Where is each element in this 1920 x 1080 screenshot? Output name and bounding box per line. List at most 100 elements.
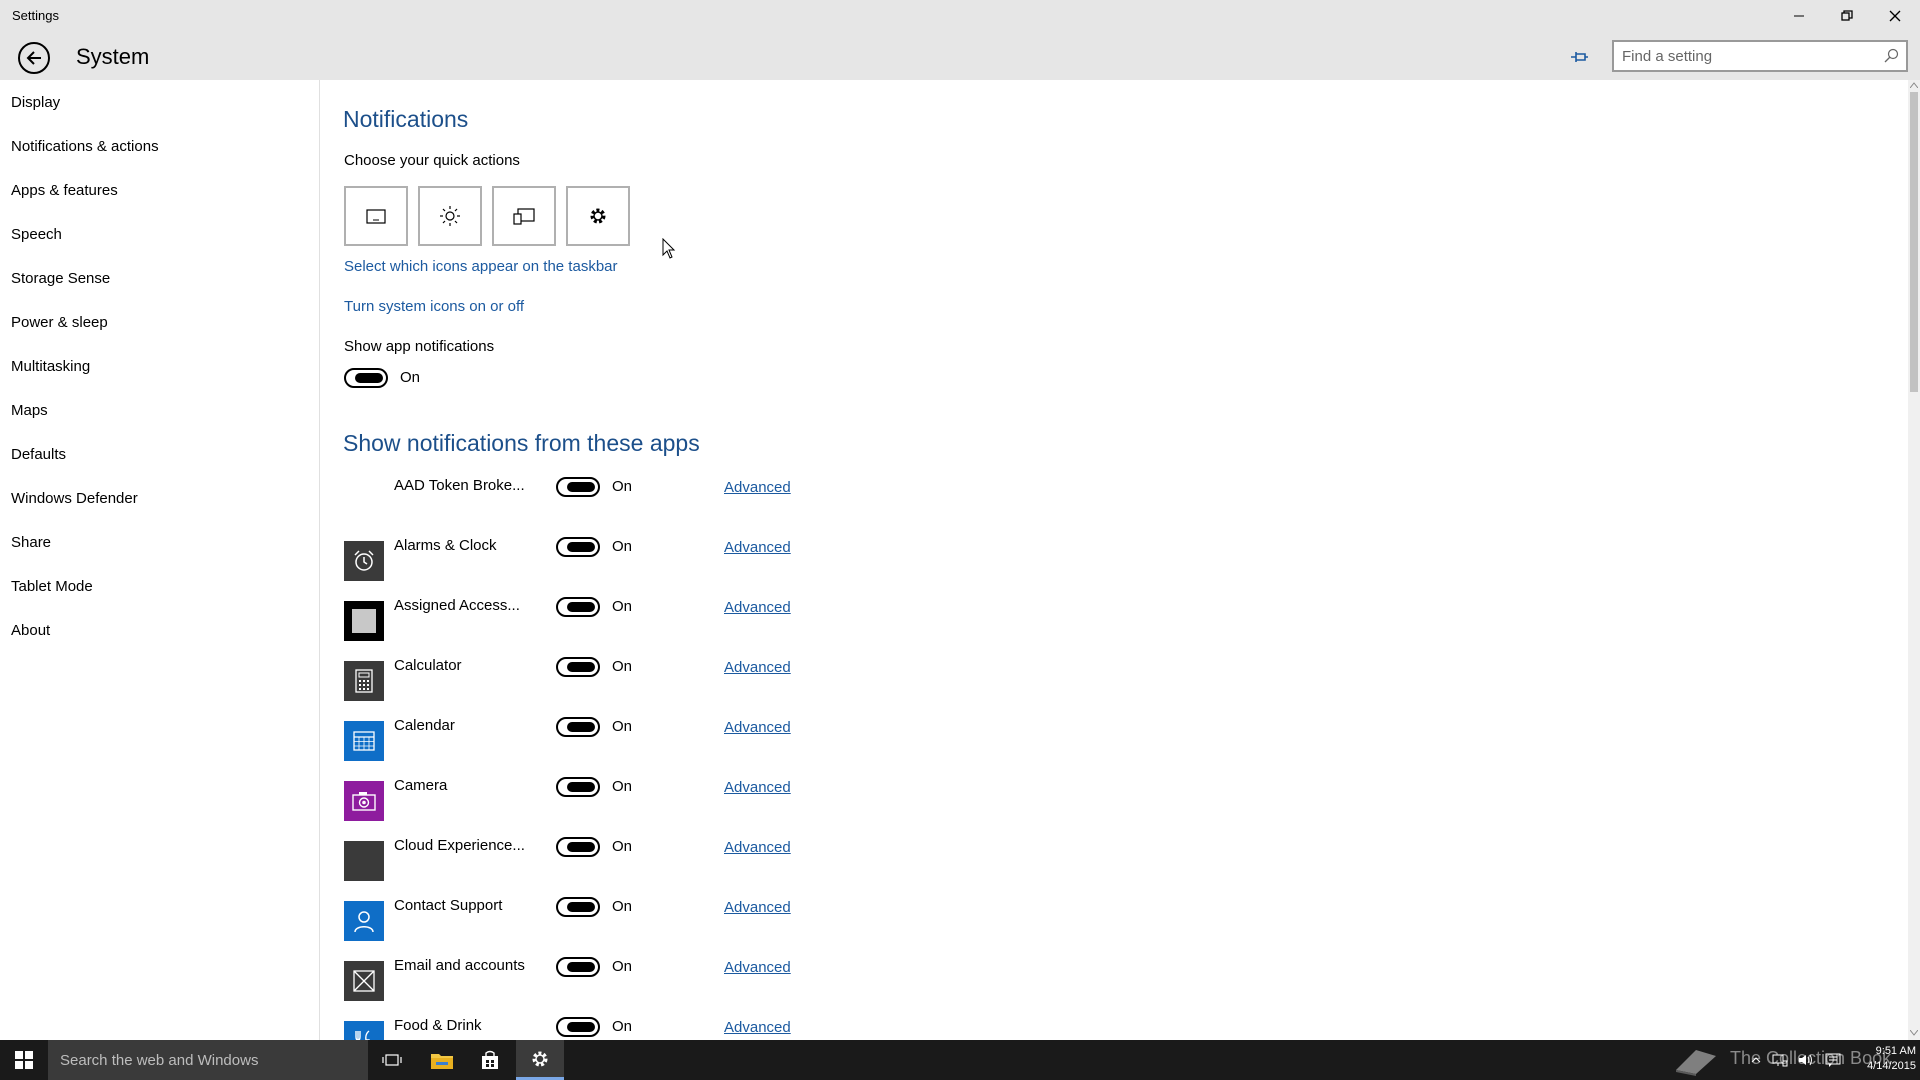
- back-button[interactable]: [18, 42, 50, 74]
- app-toggle[interactable]: [556, 957, 600, 977]
- tablet-mode-icon: [366, 209, 386, 224]
- sidebar-item-about[interactable]: About: [11, 622, 50, 639]
- taskbar-icons-link[interactable]: Select which icons appear on the taskbar: [344, 258, 618, 275]
- quick-action-all-settings[interactable]: [566, 186, 630, 246]
- windows-logo-icon: [15, 1051, 33, 1069]
- show-hidden-icons-button[interactable]: [1750, 1040, 1762, 1080]
- calculator-icon: [344, 661, 384, 701]
- app-toggle[interactable]: [556, 717, 600, 737]
- store-button[interactable]: [466, 1040, 514, 1080]
- minimize-button[interactable]: [1776, 0, 1822, 32]
- title-bar: Settings: [0, 0, 1920, 32]
- assigned-access-icon: [344, 601, 384, 641]
- app-row-calculator: Calculator On Advanced: [344, 657, 1144, 705]
- clock-time: 9:51 AM: [1875, 1045, 1916, 1057]
- sidebar-item-apps-features[interactable]: Apps & features: [11, 182, 118, 199]
- advanced-link[interactable]: Advanced: [724, 719, 791, 736]
- app-toggle[interactable]: [556, 897, 600, 917]
- pin-icon[interactable]: [1568, 46, 1590, 68]
- advanced-link[interactable]: Advanced: [724, 779, 791, 796]
- network-icon: [1772, 1054, 1788, 1067]
- app-row-contact-support: Contact Support On Advanced: [344, 897, 1144, 945]
- sidebar-item-speech[interactable]: Speech: [11, 226, 62, 243]
- quick-action-brightness[interactable]: [418, 186, 482, 246]
- app-toggle-state: On: [612, 778, 633, 795]
- scroll-down-icon[interactable]: [1910, 1030, 1918, 1036]
- advanced-link[interactable]: Advanced: [724, 839, 791, 856]
- advanced-link[interactable]: Advanced: [724, 1019, 791, 1036]
- cloud-experience-icon: [344, 841, 384, 881]
- system-icons-link[interactable]: Turn system icons on or off: [344, 298, 524, 315]
- sidebar-item-defaults[interactable]: Defaults: [11, 446, 66, 463]
- advanced-link[interactable]: Advanced: [724, 599, 791, 616]
- app-name: Assigned Access...: [394, 597, 520, 614]
- back-arrow-icon: [26, 51, 41, 65]
- camera-icon: [344, 781, 384, 821]
- sidebar-item-maps[interactable]: Maps: [11, 402, 48, 419]
- app-toggle[interactable]: [556, 477, 600, 497]
- search-input[interactable]: [1614, 42, 1874, 70]
- sidebar-item-storage-sense[interactable]: Storage Sense: [11, 270, 110, 287]
- app-toggle-state: On: [612, 898, 633, 915]
- network-button[interactable]: [1770, 1040, 1790, 1080]
- taskbar-search-placeholder: Search the web and Windows: [60, 1052, 259, 1069]
- sidebar-item-share[interactable]: Share: [11, 534, 51, 551]
- app-name: Email and accounts: [394, 957, 525, 974]
- connect-icon: [513, 208, 535, 225]
- app-toggle[interactable]: [556, 1017, 600, 1037]
- task-view-button[interactable]: [368, 1040, 416, 1080]
- close-button[interactable]: [1872, 0, 1918, 32]
- advanced-link[interactable]: Advanced: [724, 479, 791, 496]
- taskbar-search-box[interactable]: Search the web and Windows: [48, 1040, 368, 1080]
- advanced-link[interactable]: Advanced: [724, 899, 791, 916]
- app-name: Calculator: [394, 657, 462, 674]
- volume-icon: [1799, 1054, 1812, 1066]
- brightness-icon: [440, 206, 460, 226]
- quick-action-tablet-mode[interactable]: [344, 186, 408, 246]
- advanced-link[interactable]: Advanced: [724, 659, 791, 676]
- sidebar-item-notifications-actions[interactable]: Notifications & actions: [11, 138, 159, 155]
- vertical-scrollbar[interactable]: [1908, 80, 1920, 1040]
- app-toggle[interactable]: [556, 837, 600, 857]
- restore-button[interactable]: [1824, 0, 1870, 32]
- sidebar: Display Notifications & actions Apps & f…: [0, 80, 320, 1040]
- quick-actions-label: Choose your quick actions: [344, 152, 520, 169]
- task-view-icon: [382, 1054, 402, 1066]
- calendar-icon: [344, 721, 384, 761]
- sidebar-item-power-sleep[interactable]: Power & sleep: [11, 314, 108, 331]
- action-center-button[interactable]: [1822, 1040, 1844, 1080]
- find-setting-search[interactable]: [1612, 40, 1908, 72]
- quick-action-connect[interactable]: [492, 186, 556, 246]
- system-clock[interactable]: 9:51 AM 4/14/2015: [1852, 1044, 1916, 1074]
- action-center-icon: [1825, 1053, 1841, 1067]
- advanced-link[interactable]: Advanced: [724, 959, 791, 976]
- start-button[interactable]: [0, 1040, 48, 1080]
- sidebar-item-windows-defender[interactable]: Windows Defender: [11, 490, 138, 507]
- notifications-heading: Notifications: [343, 106, 469, 132]
- file-explorer-button[interactable]: [418, 1040, 466, 1080]
- advanced-link[interactable]: Advanced: [724, 539, 791, 556]
- app-name: Alarms & Clock: [394, 537, 497, 554]
- app-toggle[interactable]: [556, 597, 600, 617]
- search-icon[interactable]: [1884, 48, 1900, 64]
- app-toggle[interactable]: [556, 537, 600, 557]
- sidebar-item-tablet-mode[interactable]: Tablet Mode: [11, 578, 93, 595]
- app-name: Food & Drink: [394, 1017, 482, 1034]
- app-toggle-state: On: [612, 838, 633, 855]
- app-toggle[interactable]: [556, 777, 600, 797]
- volume-button[interactable]: [1796, 1040, 1816, 1080]
- sidebar-item-multitasking[interactable]: Multitasking: [11, 358, 90, 375]
- app-toggle[interactable]: [556, 657, 600, 677]
- show-app-notifications-toggle[interactable]: [344, 368, 388, 388]
- app-name: Cloud Experience...: [394, 837, 525, 854]
- settings-gear-icon: [532, 1051, 548, 1066]
- settings-taskbar-button[interactable]: [516, 1040, 564, 1080]
- app-toggle-state: On: [612, 478, 633, 495]
- app-row-food-drink: Food & Drink On Advanced: [344, 1017, 1144, 1040]
- app-toggle-state: On: [612, 598, 633, 615]
- scroll-up-icon[interactable]: [1910, 82, 1918, 88]
- mouse-cursor-icon: [662, 238, 676, 259]
- scrollbar-thumb[interactable]: [1910, 92, 1918, 392]
- sidebar-item-display[interactable]: Display: [11, 94, 60, 111]
- app-row-camera: Camera On Advanced: [344, 777, 1144, 825]
